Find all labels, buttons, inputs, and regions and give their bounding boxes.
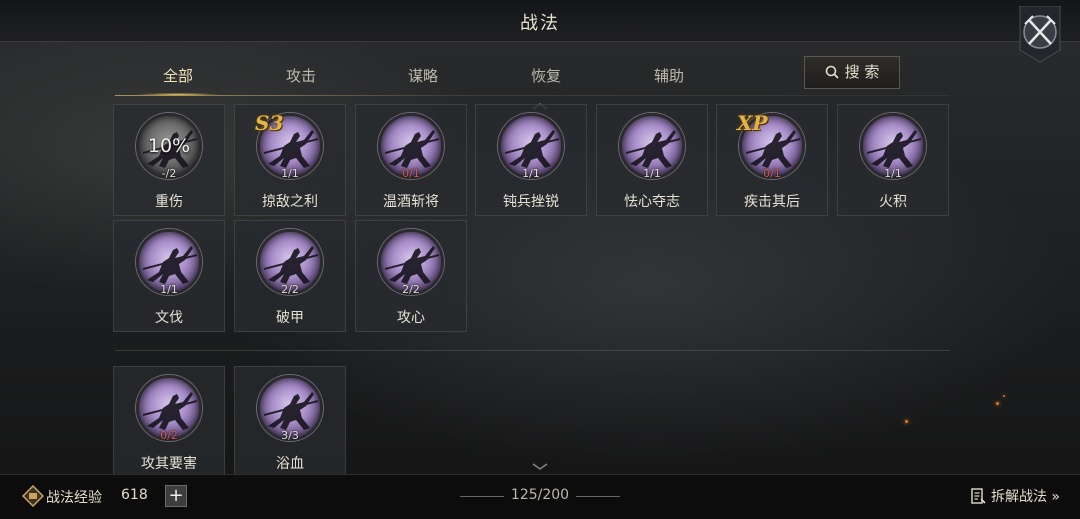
skill-name: 掠敌之利	[262, 194, 318, 210]
skill-count: 2/2	[281, 283, 299, 296]
tab-underline	[115, 95, 950, 96]
tab-all[interactable]: 全部	[133, 58, 223, 96]
ember-particle	[1003, 395, 1005, 397]
skill-name: 浴血	[276, 456, 304, 472]
decompose-button[interactable]: 拆解战法 »	[970, 486, 1060, 508]
skill-name: 火积	[879, 194, 907, 210]
skill-count: 1/1	[522, 167, 540, 180]
crossed-swords-icon	[1019, 5, 1061, 63]
scroll-down-chevron-icon	[532, 463, 548, 470]
skill-card[interactable]: 0/1 温酒斩将	[355, 104, 467, 216]
skill-card[interactable]: 1/1 怯心夺志	[596, 104, 708, 216]
skill-card[interactable]: 1/1 钝兵挫锐	[475, 104, 587, 216]
section-divider	[115, 350, 950, 351]
skill-season-badge: XP	[737, 111, 768, 135]
tab-strategy[interactable]: 谋略	[378, 58, 468, 94]
skill-count: 0/2	[160, 429, 178, 442]
skill-card[interactable]: 2/2 破甲	[234, 220, 346, 332]
close-button[interactable]	[1016, 5, 1064, 64]
skill-count: 0/1	[763, 167, 781, 180]
skill-count: 1/1	[281, 167, 299, 180]
skill-name: 攻心	[397, 310, 425, 326]
skill-count: -/2	[161, 167, 177, 180]
search-button[interactable]: 搜 索	[804, 56, 900, 89]
skill-name: 钝兵挫锐	[503, 194, 559, 210]
skill-name: 攻其要害	[141, 456, 197, 472]
skill-card[interactable]: 1/1 火积	[837, 104, 949, 216]
top-bar: 战法	[0, 0, 1080, 42]
skill-count: 2/2	[402, 283, 420, 296]
tab-attack[interactable]: 攻击	[256, 58, 346, 94]
skill-name: 文伐	[155, 310, 183, 326]
skill-card[interactable]: 3/3 浴血	[234, 366, 346, 478]
decompose-label: 拆解战法 »	[990, 489, 1060, 505]
skill-count: 3/3	[281, 429, 299, 442]
search-label: 搜 索	[844, 63, 880, 81]
skill-card[interactable]: 1/1 文伐	[113, 220, 225, 332]
tab-recovery[interactable]: 恢复	[501, 58, 591, 94]
skill-count: 0/1	[402, 167, 420, 180]
skill-name: 温酒斩将	[383, 194, 439, 210]
ember-particle	[905, 420, 908, 423]
skill-card[interactable]: 0/2 攻其要害	[113, 366, 225, 478]
search-icon	[825, 59, 839, 90]
skill-card[interactable]: 1/1 S3 掠敌之利	[234, 104, 346, 216]
skill-card[interactable]: 0/1 XP 疾击其后	[716, 104, 828, 216]
document-icon	[970, 488, 986, 508]
skill-count: 1/1	[884, 167, 902, 180]
ember-particle	[996, 402, 999, 405]
skill-count: 1/1	[160, 283, 178, 296]
page-title: 战法	[520, 13, 560, 34]
skill-name: 怯心夺志	[624, 194, 680, 210]
capacity-line-right	[576, 496, 620, 497]
skill-name: 疾击其后	[744, 194, 800, 210]
skill-card[interactable]: 10% -/2 重伤	[113, 104, 225, 216]
skill-progress-percent: 10%	[147, 135, 191, 157]
skill-name: 破甲	[276, 310, 304, 326]
capacity-count: 125/200	[510, 487, 570, 503]
bottom-bar: 战法经验 618 + 125/200 拆解战法 »	[0, 474, 1080, 519]
tab-support[interactable]: 辅助	[624, 58, 714, 94]
skill-name: 重伤	[155, 194, 183, 210]
skill-season-badge: S3	[255, 111, 284, 135]
skill-count: 1/1	[643, 167, 661, 180]
skill-card[interactable]: 2/2 攻心	[355, 220, 467, 332]
